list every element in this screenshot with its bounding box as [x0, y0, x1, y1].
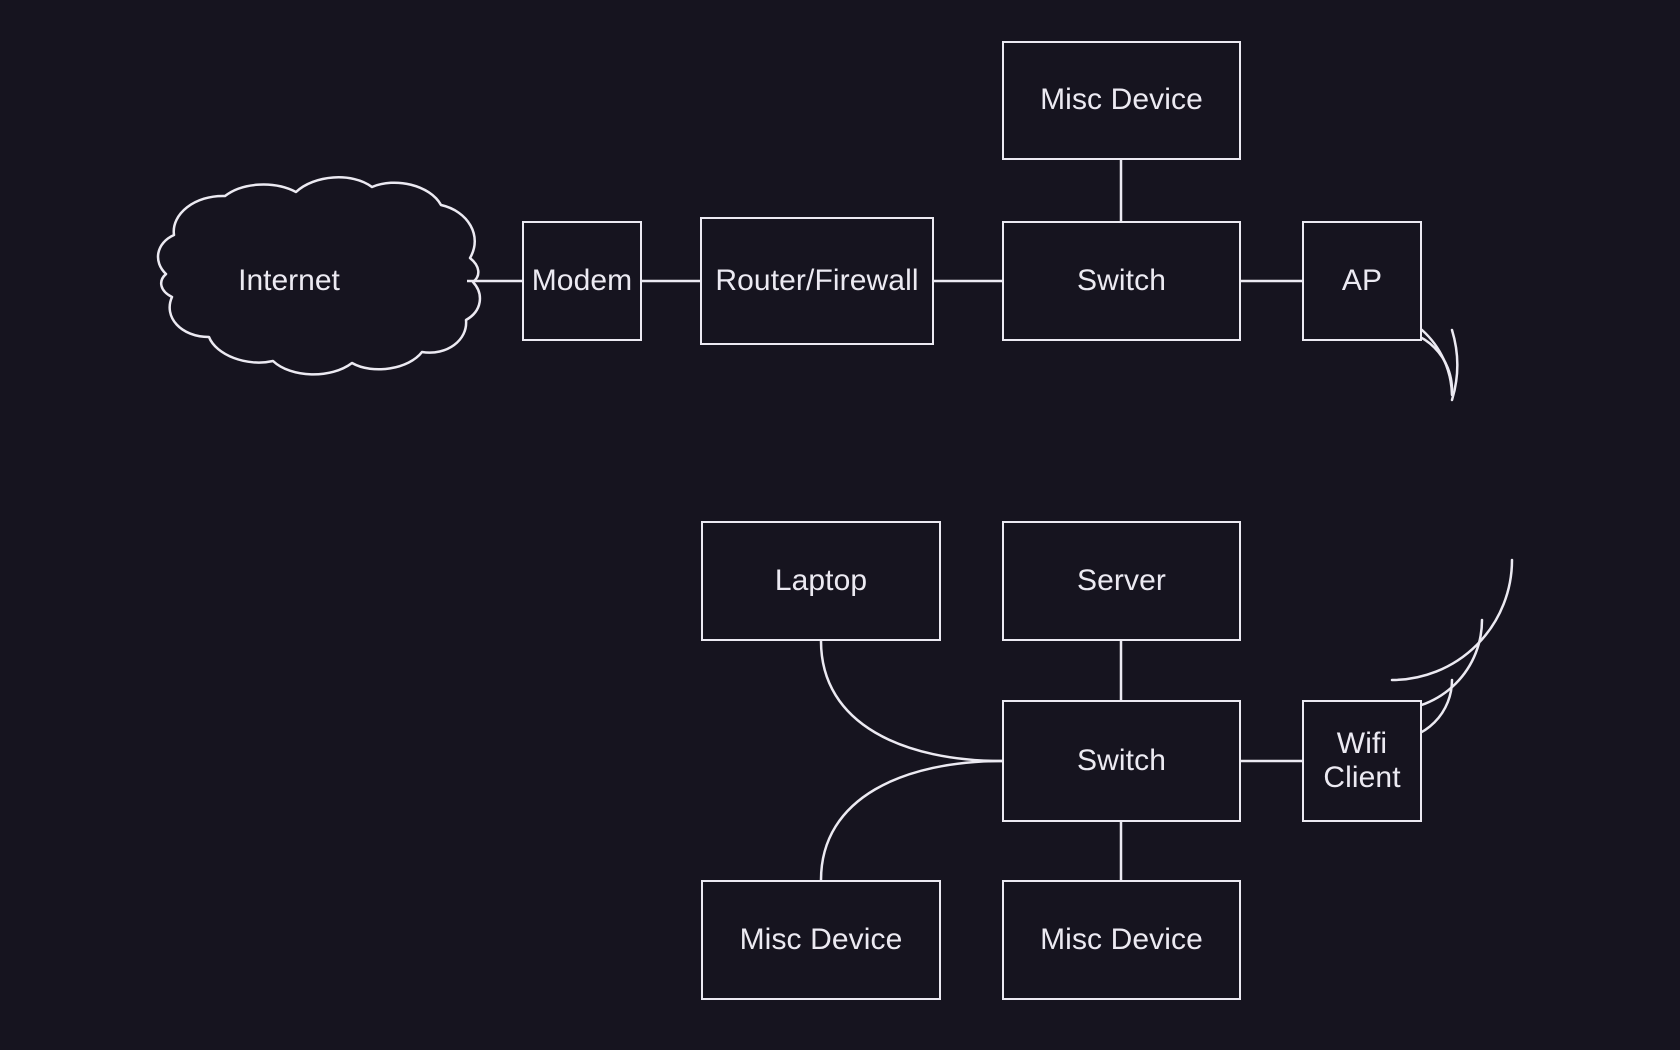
node-misc-device-top[interactable]: Misc Device [1002, 41, 1241, 160]
wifi-client-arc-2 [1390, 618, 1484, 712]
edge-laptop-to-switch-bottom [819, 640, 1003, 763]
node-switch-bottom-label: Switch [1077, 743, 1166, 777]
node-misc-device-bottom-right-label: Misc Device [1040, 922, 1203, 956]
network-diagram-canvas: Internet Misc Device Modem Router/Firewa… [0, 0, 1680, 1050]
node-misc-device-top-label: Misc Device [1040, 83, 1203, 117]
node-misc-device-bottom-left[interactable]: Misc Device [701, 880, 941, 1000]
node-internet[interactable]: Internet [180, 255, 398, 307]
wifi-client-arc-3 [1390, 558, 1514, 682]
node-server[interactable]: Server [1002, 521, 1241, 641]
internet-cloud-shape [156, 176, 482, 376]
node-modem[interactable]: Modem [522, 221, 642, 341]
edge-misc-bottom-left-to-switch-bottom [819, 759, 1003, 881]
node-server-label: Server [1077, 563, 1166, 597]
node-ap-label: AP [1341, 263, 1383, 297]
node-modem-label: Modem [531, 263, 633, 297]
ap-wifi-arc-3 [1450, 328, 1459, 402]
ap-wifi-arc-2 [1420, 328, 1454, 397]
node-switch-top-label: Switch [1077, 263, 1166, 297]
node-wifi-client[interactable]: Wifi Client [1302, 700, 1422, 822]
node-laptop[interactable]: Laptop [701, 521, 941, 641]
node-wifi-client-label: Wifi Client [1323, 726, 1401, 795]
node-router-firewall[interactable]: Router/Firewall [700, 217, 934, 345]
node-switch-bottom[interactable]: Switch [1002, 700, 1241, 822]
node-router-firewall-label: Router/Firewall [715, 263, 919, 297]
node-misc-device-bottom-right[interactable]: Misc Device [1002, 880, 1241, 1000]
node-misc-device-bottom-left-label: Misc Device [739, 922, 903, 956]
node-laptop-label: Laptop [774, 563, 868, 597]
node-switch-top[interactable]: Switch [1002, 221, 1241, 341]
node-internet-label: Internet [238, 264, 340, 297]
node-ap[interactable]: AP [1302, 221, 1422, 341]
